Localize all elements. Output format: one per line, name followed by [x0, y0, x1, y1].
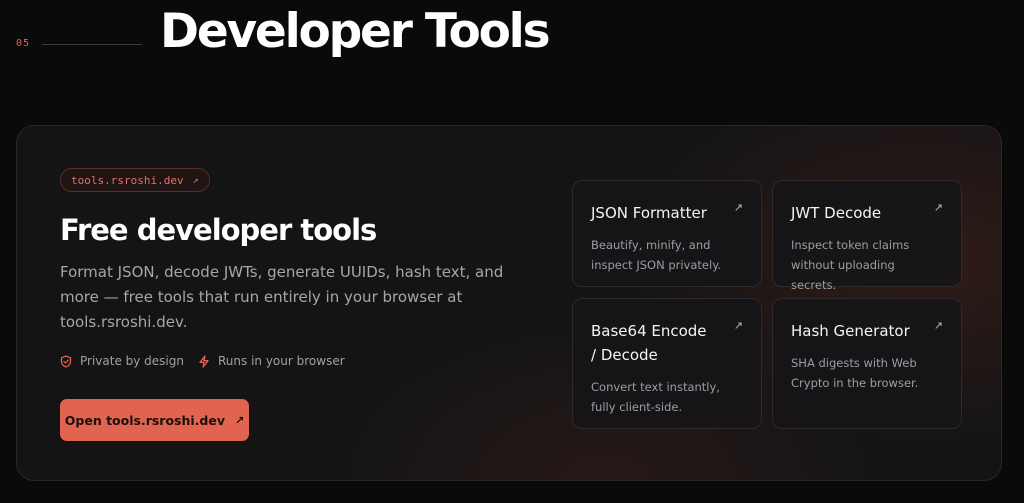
developer-tools-panel: tools.rsroshi.dev ↗ Free developer tools…	[16, 125, 1002, 481]
tool-card-title: Base64 Encode / Decode	[591, 322, 707, 364]
open-tools-button[interactable]: Open tools.rsroshi.dev ↗	[60, 399, 249, 441]
bolt-icon	[198, 354, 210, 368]
tool-card-description: SHA digests with Web Crypto in the brows…	[791, 356, 919, 390]
feature-label: Runs in your browser	[218, 354, 345, 368]
panel-description: Format JSON, decode JWTs, generate UUIDs…	[60, 263, 504, 331]
feature-label: Private by design	[80, 354, 184, 368]
feature-browser: Runs in your browser	[198, 354, 345, 368]
tool-card-description: Beautify, minify, and inspect JSON priva…	[591, 238, 722, 272]
feature-list: Private by design Runs in your browser	[60, 354, 345, 368]
section-number: 05	[16, 38, 31, 49]
tool-card-title: JSON Formatter	[591, 204, 707, 222]
external-arrow-icon: ↗	[933, 201, 943, 214]
tool-card-jwt-decode[interactable]: JWT Decode Inspect token claims without …	[772, 180, 962, 292]
tool-card-description: Convert text instantly, fully client-sid…	[591, 380, 720, 414]
panel-headline: Free developer tools	[60, 213, 377, 247]
tool-card-json-formatter[interactable]: JSON Formatter Beautify, minify, and ins…	[572, 180, 762, 287]
external-arrow-icon: ↗	[933, 319, 943, 332]
external-arrow-icon: ↗	[235, 413, 245, 427]
external-arrow-icon: ↗	[192, 174, 199, 186]
cta-label: Open tools.rsroshi.dev	[64, 412, 225, 428]
external-arrow-icon: ↗	[733, 319, 743, 332]
tools-site-pill-link[interactable]: tools.rsroshi.dev ↗	[60, 168, 210, 192]
tool-card-title: Hash Generator	[791, 322, 910, 340]
section-title: Developer Tools	[160, 4, 551, 59]
feature-private: Private by design	[60, 354, 184, 368]
tool-card-hash-generator[interactable]: Hash Generator SHA digests with Web Cryp…	[772, 298, 962, 429]
external-arrow-icon: ↗	[733, 201, 743, 214]
section-divider	[42, 44, 142, 45]
tool-card-description: Inspect token claims without uploading s…	[791, 238, 910, 292]
tool-card-title: JWT Decode	[791, 204, 882, 222]
tool-card-base64[interactable]: Base64 Encode / Decode Convert text inst…	[572, 298, 762, 429]
pill-label: tools.rsroshi.dev	[71, 173, 184, 187]
shield-icon	[60, 354, 72, 368]
